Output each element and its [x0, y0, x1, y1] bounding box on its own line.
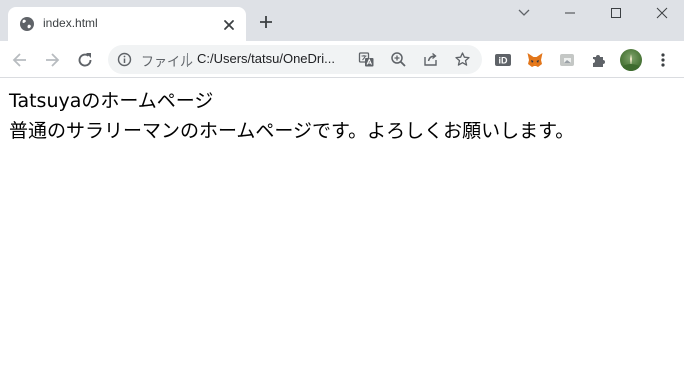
puzzle-icon[interactable]	[590, 51, 608, 69]
page-paragraph: 普通のサラリーマンのホームページです。よろしくお願いします。	[9, 120, 575, 142]
tab-title: index.html	[43, 16, 98, 30]
reload-icon	[78, 53, 92, 67]
zoom-icon[interactable]	[390, 51, 407, 68]
active-tab[interactable]: index.html	[8, 7, 246, 41]
info-icon[interactable]	[117, 52, 132, 67]
close-icon[interactable]	[222, 17, 236, 31]
grey-extension-icon[interactable]	[558, 51, 576, 69]
reload-button[interactable]	[75, 50, 95, 70]
svg-text:iD: iD	[499, 56, 509, 66]
page-content: Tatsuyaのホームページ 普通のサラリーマンのホームページです。よろしくお願…	[0, 78, 684, 386]
plus-icon	[260, 16, 272, 28]
page-heading: Tatsuyaのホームページ	[9, 90, 214, 112]
kebab-menu-icon[interactable]	[658, 51, 668, 69]
url-text[interactable]: C:/Users/tatsu/OneDri...	[197, 51, 357, 66]
close-icon	[656, 7, 668, 19]
chevron-down-icon	[518, 9, 530, 16]
tab-search-button[interactable]	[514, 5, 534, 21]
minimize-icon	[565, 12, 575, 14]
new-tab-button[interactable]	[258, 14, 274, 30]
maximize-button[interactable]	[606, 5, 626, 21]
id-extension-icon[interactable]: iD	[494, 51, 512, 69]
globe-icon	[19, 16, 35, 32]
omnibox-divider	[187, 53, 188, 67]
share-icon[interactable]	[422, 51, 439, 68]
arrow-left-icon	[12, 53, 26, 67]
translate-icon[interactable]	[358, 51, 375, 68]
arrow-right-icon	[46, 53, 60, 67]
forward-button[interactable]	[42, 50, 62, 70]
browser-toolbar: ファイル C:/Users/tatsu/OneDri... iD	[0, 41, 684, 78]
address-bar[interactable]: ファイル C:/Users/tatsu/OneDri...	[108, 45, 482, 74]
profile-avatar[interactable]	[620, 49, 642, 71]
site-scheme-chip[interactable]: ファイル	[141, 51, 193, 70]
minimize-button[interactable]	[560, 5, 580, 21]
back-button[interactable]	[10, 50, 30, 70]
title-bar: index.html	[0, 0, 684, 41]
maximize-icon	[611, 8, 621, 18]
window-close-button[interactable]	[652, 5, 672, 21]
star-icon[interactable]	[454, 51, 471, 68]
metamask-fox-icon[interactable]	[526, 51, 544, 69]
